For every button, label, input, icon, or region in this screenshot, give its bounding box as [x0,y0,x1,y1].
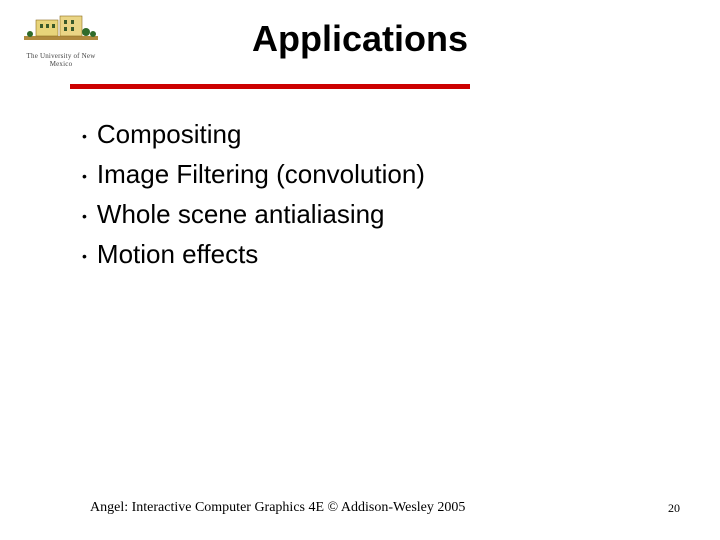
footer-citation: Angel: Interactive Computer Graphics 4E … [90,500,465,516]
bullet-icon: • [82,200,87,232]
bullet-text: Motion effects [97,238,258,270]
bullet-list: • Compositing • Image Filtering (convolu… [82,118,680,278]
page-number: 20 [668,501,680,516]
bullet-icon: • [82,160,87,192]
slide: The University of New Mexico Application… [0,0,720,540]
bullet-icon: • [82,120,87,152]
list-item: • Compositing [82,118,680,152]
slide-title: Applications [0,18,720,60]
bullet-text: Image Filtering (convolution) [97,158,425,190]
list-item: • Whole scene antialiasing [82,198,680,232]
list-item: • Image Filtering (convolution) [82,158,680,192]
title-underline [70,84,470,89]
bullet-text: Whole scene antialiasing [97,198,385,230]
list-item: • Motion effects [82,238,680,272]
bullet-icon: • [82,240,87,272]
bullet-text: Compositing [97,118,242,150]
